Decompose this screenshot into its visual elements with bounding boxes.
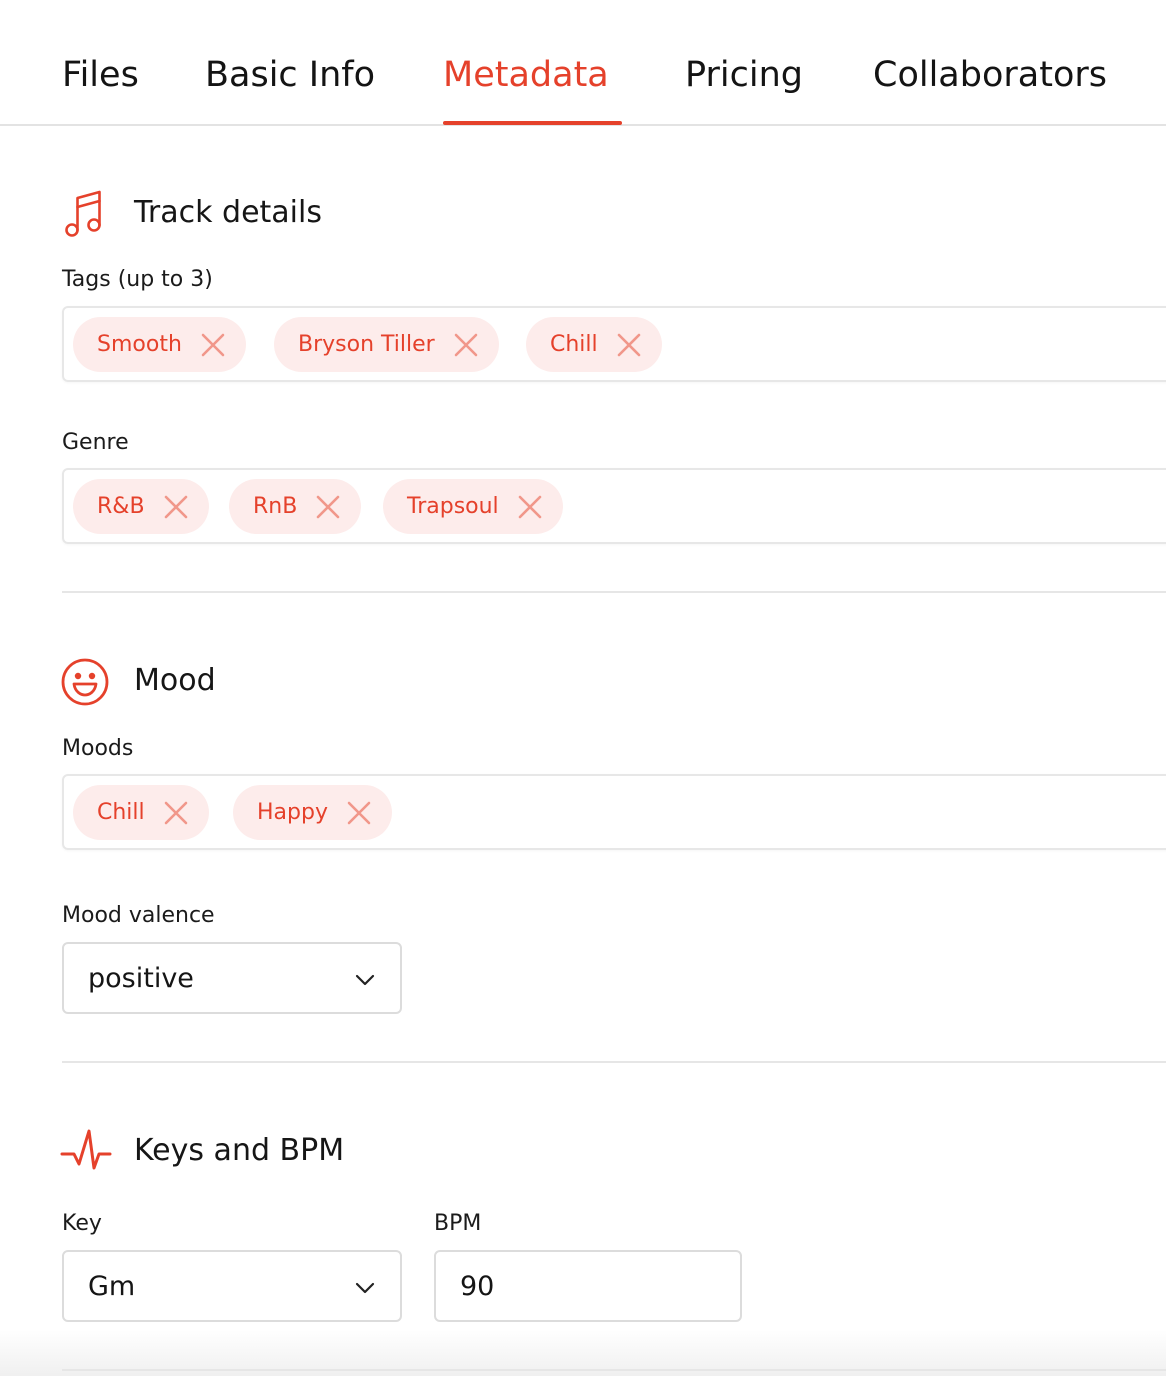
tag-chip-label: Smooth [97, 331, 182, 357]
close-icon[interactable] [346, 800, 372, 826]
tag-chip: Bryson Tiller [274, 317, 499, 372]
bpm-value: 90 [460, 1271, 495, 1302]
track-details-title: Track details [134, 195, 322, 230]
section-divider [62, 591, 1166, 593]
mood-valence-select[interactable]: positive [62, 942, 402, 1014]
pulse-icon [60, 1129, 112, 1170]
chevron-down-icon [355, 974, 375, 986]
key-select[interactable]: Gm [62, 1250, 402, 1322]
genre-chip: RnB [229, 479, 362, 534]
genre-chip: Trapsoul [383, 479, 563, 534]
bpm-label: BPM [434, 1211, 482, 1236]
key-label: Key [62, 1211, 102, 1236]
tab-bar: Files Basic Info Metadata Pricing Collab… [0, 0, 1166, 126]
smiley-face-icon [61, 658, 109, 706]
mood-chip-label: Chill [97, 799, 145, 825]
close-icon[interactable] [163, 800, 189, 826]
active-tab-indicator [443, 121, 622, 125]
close-icon[interactable] [163, 494, 189, 520]
genre-input[interactable]: R&B RnB Trapsoul [62, 468, 1166, 544]
key-value: Gm [88, 1271, 136, 1302]
close-icon[interactable] [200, 332, 226, 358]
genre-chip-label: R&B [97, 493, 145, 519]
tab-files[interactable]: Files [62, 52, 139, 98]
mood-valence-value: positive [88, 963, 194, 994]
tag-chip-label: Chill [550, 331, 598, 357]
moods-input[interactable]: Chill Happy [62, 774, 1166, 850]
mood-chip: Chill [73, 785, 209, 840]
genre-chip-label: Trapsoul [407, 493, 499, 519]
close-icon[interactable] [517, 494, 543, 520]
tags-label: Tags (up to 3) [62, 267, 213, 292]
section-divider [62, 1061, 1166, 1063]
tag-chip: Smooth [73, 317, 246, 372]
tag-chip: Chill [526, 317, 662, 372]
close-icon[interactable] [616, 332, 642, 358]
metadata-page: Files Basic Info Metadata Pricing Collab… [0, 0, 1166, 1376]
genre-chip: R&B [73, 479, 209, 534]
tags-input[interactable]: Smooth Bryson Tiller Chill [62, 306, 1166, 382]
tab-pricing[interactable]: Pricing [685, 52, 803, 98]
genre-chip-label: RnB [253, 493, 298, 519]
tag-chip-label: Bryson Tiller [298, 331, 435, 357]
keys-bpm-title: Keys and BPM [134, 1133, 345, 1168]
tab-metadata[interactable]: Metadata [443, 52, 609, 98]
moods-label: Moods [62, 736, 134, 761]
close-icon[interactable] [315, 494, 341, 520]
bpm-input[interactable]: 90 [434, 1250, 742, 1322]
section-divider [62, 1369, 1166, 1371]
close-icon[interactable] [453, 332, 479, 358]
genre-label: Genre [62, 430, 129, 455]
tab-collaborators[interactable]: Collaborators [873, 52, 1107, 98]
mood-title: Mood [134, 663, 216, 698]
music-note-icon [65, 190, 101, 237]
tab-basic-info[interactable]: Basic Info [205, 52, 375, 98]
mood-chip-label: Happy [257, 799, 328, 825]
mood-valence-label: Mood valence [62, 903, 215, 928]
mood-chip: Happy [233, 785, 392, 840]
chevron-down-icon [355, 1282, 375, 1294]
